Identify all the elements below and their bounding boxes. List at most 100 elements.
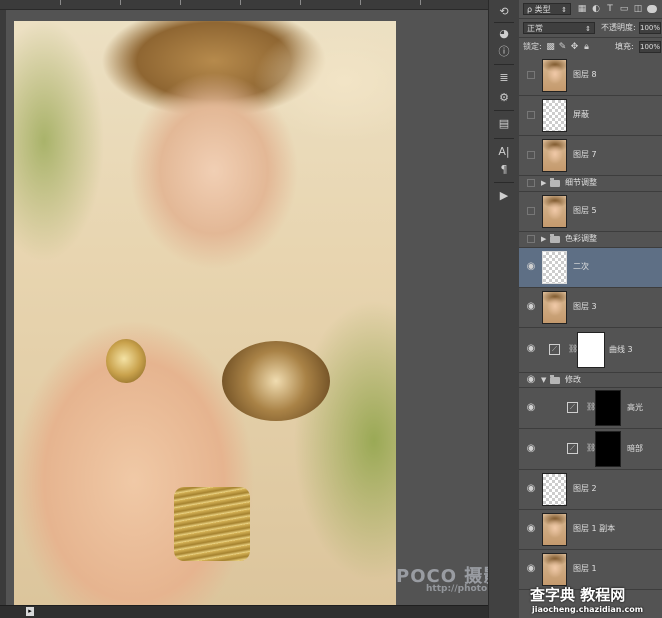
curves-adjustment-icon: ⟋ <box>567 443 578 454</box>
blend-mode-value: 正常 <box>527 24 543 33</box>
layer-name[interactable]: 图层 5 <box>573 206 597 216</box>
layer-name[interactable]: 图层 8 <box>573 70 597 80</box>
eye-icon[interactable]: ◉ <box>525 262 537 272</box>
filter-toggle[interactable] <box>647 5 657 13</box>
layer-name[interactable]: 高光 <box>627 403 643 413</box>
layer-name[interactable]: 暗部 <box>627 444 643 454</box>
blend-mode-dropdown[interactable]: 正常 ⇕ <box>523 22 595 34</box>
fill-label: 填充: <box>615 42 634 51</box>
visibility-toggle[interactable] <box>527 71 535 79</box>
layer-thumbnail <box>542 139 567 172</box>
eye-icon[interactable]: ◉ <box>525 564 537 574</box>
layer-name[interactable]: 图层 1 <box>573 564 597 574</box>
layer-mask-thumbnail[interactable] <box>595 390 621 426</box>
chain-link-icon[interactable]: ⛓ <box>568 344 578 354</box>
layer-name[interactable]: 图层 3 <box>573 302 597 312</box>
layer-name[interactable]: 细节调整 <box>565 178 597 188</box>
character-icon[interactable]: A| <box>495 144 513 160</box>
smart-object-filter-icon[interactable]: ◫ <box>633 3 643 15</box>
eye-icon[interactable]: ◉ <box>525 375 537 385</box>
eye-icon[interactable]: ◉ <box>525 524 537 534</box>
flower-ring <box>222 341 330 421</box>
layer-mask-thumbnail[interactable] <box>577 332 605 368</box>
status-bar: ▸ <box>0 605 488 618</box>
chain-link-icon[interactable]: ⛓ <box>586 443 596 453</box>
layer-row[interactable]: 图层 7 <box>519 136 662 176</box>
adjustment-layer-row[interactable]: ◉ ⟋ ⛓ 暗部 <box>519 429 662 470</box>
visibility-toggle[interactable] <box>527 235 535 243</box>
color-icon[interactable]: ◕ <box>495 26 513 42</box>
info-icon[interactable]: ⓘ <box>495 44 513 60</box>
gold-bangles <box>174 487 250 561</box>
layer-name[interactable]: 图层 1 副本 <box>573 524 615 534</box>
image-filter-icon[interactable]: ▦ <box>577 3 587 15</box>
filter-kind-dropdown[interactable]: ρ 类型 ⇕ <box>523 3 571 15</box>
adjustment-layer-row[interactable]: ◉ ⟋ ⛓ 高光 <box>519 388 662 429</box>
layer-thumbnail <box>542 473 567 506</box>
layer-row[interactable]: 图层 5 <box>519 192 662 232</box>
visibility-toggle[interactable] <box>527 179 535 187</box>
curves-adjustment-icon: ⟋ <box>549 344 560 355</box>
layer-name[interactable]: 色彩调整 <box>565 234 597 244</box>
gold-ring-left <box>106 339 146 383</box>
history-icon[interactable]: ⟲ <box>495 4 513 20</box>
layer-row[interactable]: ◉ 图层 3 <box>519 288 662 328</box>
layer-group-row[interactable]: ◉ ▼ 修改 <box>519 373 662 388</box>
layer-name[interactable]: 二次 <box>573 262 589 272</box>
layer-row[interactable]: ◉ 图层 1 副本 <box>519 510 662 550</box>
lock-transparent-icon[interactable]: ▩ <box>545 41 556 53</box>
paragraph-icon[interactable]: ¶ <box>495 162 513 178</box>
eye-icon[interactable]: ◉ <box>525 344 537 354</box>
group-collapse-arrow-icon[interactable]: ▼ <box>541 375 546 385</box>
layer-row[interactable]: 屏蔽 <box>519 96 662 136</box>
type-filter-icon[interactable]: T <box>605 3 615 15</box>
visibility-toggle[interactable] <box>527 111 535 119</box>
eye-icon[interactable]: ◉ <box>525 444 537 454</box>
site-watermark: 查字典 教程网 <box>530 586 626 604</box>
folder-open-icon <box>550 375 560 384</box>
layer-group-row[interactable]: ▶ 细节调整 <box>519 176 662 192</box>
chain-link-icon[interactable]: ⛓ <box>586 402 596 412</box>
lock-image-icon[interactable]: ✎ <box>557 41 568 53</box>
eye-icon[interactable]: ◉ <box>525 403 537 413</box>
blend-row: 正常 ⇕ 不透明度: 100% <box>519 19 662 38</box>
layer-group-row[interactable]: ▶ 色彩调整 <box>519 232 662 248</box>
layer-thumbnail <box>542 553 567 586</box>
layer-name[interactable]: 图层 7 <box>573 150 597 160</box>
group-expand-arrow-icon[interactable]: ▶ <box>541 234 546 244</box>
actions-icon[interactable]: ▶ <box>495 188 513 204</box>
adjustments-icon[interactable]: ⚙ <box>495 90 513 106</box>
shape-filter-icon[interactable]: ▭ <box>619 3 629 15</box>
opacity-input[interactable]: 100% <box>639 22 661 34</box>
document-canvas[interactable]: POCO 摄影专题 http://photo.poco.cn/ <box>6 10 539 606</box>
layer-name[interactable]: 修改 <box>565 375 581 385</box>
layers-icon[interactable]: ≣ <box>495 70 513 86</box>
group-expand-arrow-icon[interactable]: ▶ <box>541 178 546 188</box>
visibility-toggle[interactable] <box>527 207 535 215</box>
eye-icon[interactable]: ◉ <box>525 302 537 312</box>
adjustment-layer-row[interactable]: ◉ ⟋ ⛓ 曲线 3 <box>519 328 662 373</box>
panel-icon-strip: ⟲ ◕ ⓘ ≣ ⚙ ▤ A| ¶ ▶ <box>488 0 520 618</box>
layer-row-selected[interactable]: ◉ 二次 <box>519 248 662 288</box>
properties-icon[interactable]: ▤ <box>495 116 513 132</box>
adjustment-filter-icon[interactable]: ◐ <box>591 3 601 15</box>
layer-row[interactable]: ◉ 图层 2 <box>519 470 662 510</box>
layer-thumbnail <box>542 513 567 546</box>
curves-adjustment-icon: ⟋ <box>567 402 578 413</box>
eye-icon[interactable]: ◉ <box>525 484 537 494</box>
layers-panel: ρ 类型 ⇕ ▦ ◐ T ▭ ◫ 正常 ⇕ 不透明度: 100% 锁定: ▩ ✎ ✥… <box>519 0 662 618</box>
layer-thumbnail <box>542 251 567 284</box>
layer-name[interactable]: 屏蔽 <box>573 110 589 120</box>
status-menu-arrow-icon[interactable]: ▸ <box>26 607 34 616</box>
fill-input[interactable]: 100% <box>639 41 661 53</box>
layer-thumbnail <box>542 99 567 132</box>
layer-name[interactable]: 图层 2 <box>573 484 597 494</box>
layer-mask-thumbnail[interactable] <box>595 431 621 467</box>
lock-all-icon[interactable]: 🔒︎ <box>581 41 592 53</box>
layer-name[interactable]: 曲线 3 <box>609 345 633 355</box>
visibility-toggle[interactable] <box>527 151 535 159</box>
layer-row[interactable]: 图层 8 <box>519 56 662 96</box>
horizontal-ruler <box>0 0 488 10</box>
lock-position-icon[interactable]: ✥ <box>569 41 580 53</box>
lock-row: 锁定: ▩ ✎ ✥ 🔒︎ 填充: 100% <box>519 38 662 57</box>
